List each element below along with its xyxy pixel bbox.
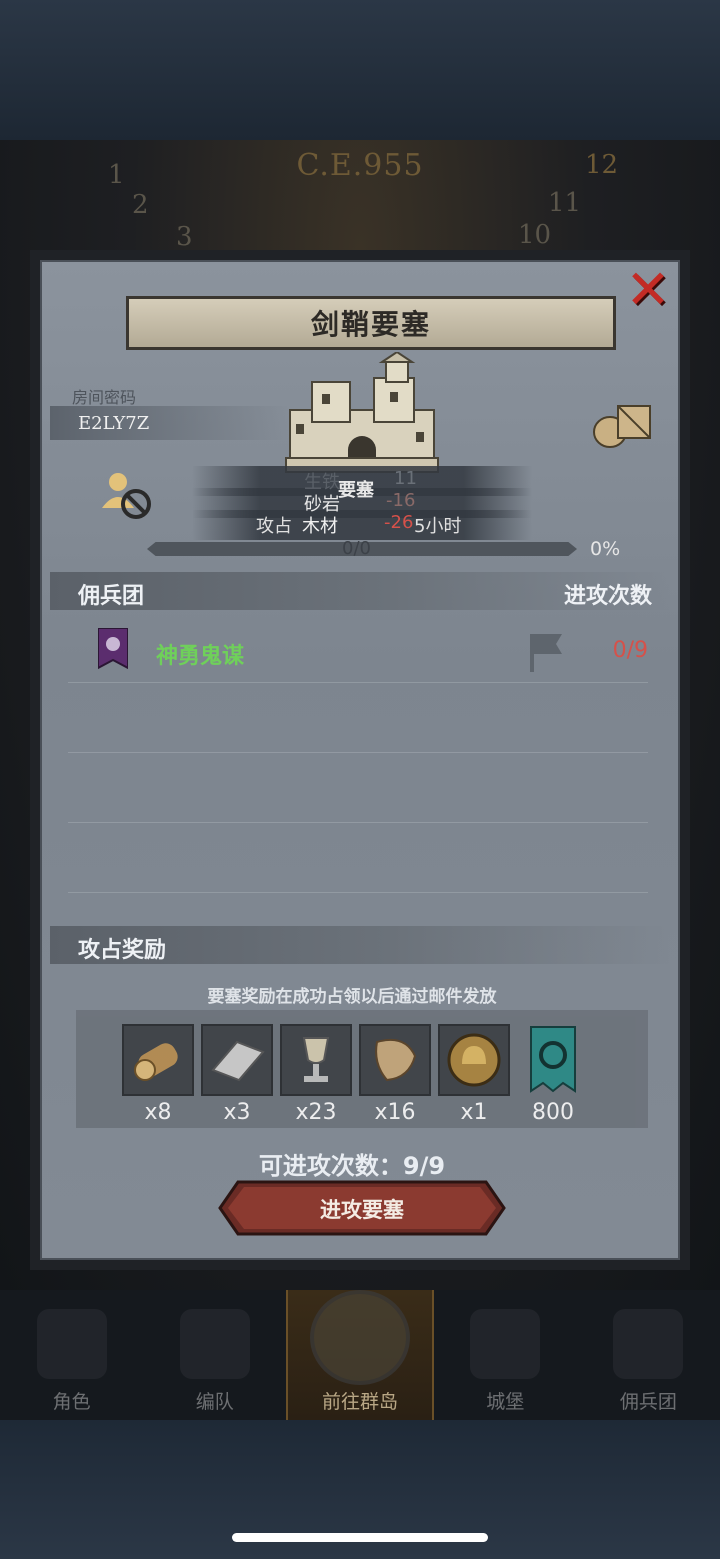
divider <box>68 752 648 753</box>
reward-header-label: 攻占奖励 <box>78 938 167 963</box>
dial-number: 10 <box>518 220 552 250</box>
info-value: -16 <box>386 490 416 511</box>
fortress-dialog: ✕ 剑鞘要塞 房间密码 E2LY7Z 生铁 11 要塞 砂岩 -16 攻占 木材… <box>30 250 690 1270</box>
nav-tab-character[interactable]: 角色 <box>0 1290 143 1420</box>
divider <box>68 822 648 823</box>
reward-qty: 800 <box>532 1100 574 1125</box>
mercenary-name: 神勇鬼谋 <box>156 644 245 669</box>
supplies-icon[interactable] <box>590 398 654 450</box>
mercenary-header-label: 佣兵团 <box>78 584 145 609</box>
iron-ingot-icon <box>201 1024 273 1096</box>
info-label: 5小时 <box>414 516 462 537</box>
reward-qty: x23 <box>295 1100 337 1125</box>
flag-icon <box>530 634 562 672</box>
guild-banner-icon <box>517 1024 589 1096</box>
dial-number: 3 <box>176 222 193 252</box>
home-indicator[interactable] <box>232 1533 488 1542</box>
goblet-icon <box>280 1024 352 1096</box>
castle-icon <box>470 1309 541 1379</box>
nav-label: 编队 <box>195 1391 234 1413</box>
info-value: 11 <box>394 468 417 489</box>
mercenary-emblem-icon <box>98 628 128 670</box>
dial-number: 1 <box>108 160 125 190</box>
reward-panel: x8 x3 x23 x16 x1 800 <box>76 1010 648 1128</box>
info-value: -26 <box>384 512 414 533</box>
helmet-icon <box>179 1309 250 1379</box>
reward-qty: x16 <box>374 1100 416 1125</box>
status-bar-area <box>0 0 720 140</box>
nav-label: 城堡 <box>486 1391 525 1413</box>
bottom-nav: 角色 编队 前往群岛 城堡 佣兵团 <box>0 1290 720 1420</box>
dial-number: 11 <box>548 188 582 218</box>
room-code-label: 房间密码 <box>72 388 137 407</box>
compass-map-icon <box>310 1290 410 1385</box>
mercenary-header: 佣兵团 进攻次数 <box>50 572 670 610</box>
room-code: E2LY7Z <box>78 412 150 434</box>
fortress-icon <box>285 352 439 473</box>
fur-pelt-icon <box>359 1024 431 1096</box>
reward-item[interactable]: 800 <box>517 1024 589 1125</box>
reward-qty: x3 <box>223 1100 251 1125</box>
dialog-panel: ✕ 剑鞘要塞 房间密码 E2LY7Z 生铁 11 要塞 砂岩 -16 攻占 木材… <box>40 260 680 1260</box>
title-banner: 剑鞘要塞 <box>126 296 616 350</box>
reward-qty: x1 <box>460 1100 488 1125</box>
nav-label: 角色 <box>52 1391 91 1413</box>
attack-button-label: 进攻要塞 <box>320 1198 404 1222</box>
reward-item[interactable]: x3 <box>201 1024 273 1125</box>
reward-qty: x8 <box>144 1100 172 1125</box>
knight-icon <box>36 1309 107 1379</box>
dialog-title: 剑鞘要塞 <box>310 308 431 341</box>
progress-percent: 0% <box>590 538 621 560</box>
nav-tab-islands[interactable]: 前往群岛 <box>286 1290 434 1420</box>
nav-tab-formation[interactable]: 编队 <box>143 1290 286 1420</box>
divider <box>68 682 648 683</box>
attempts-remaining: 可进攻次数：9/9 <box>258 1152 446 1180</box>
nav-label: 前往群岛 <box>322 1391 399 1413</box>
info-label: 要塞 <box>338 480 374 501</box>
log-icon <box>122 1024 194 1096</box>
reward-item[interactable]: x1 <box>438 1024 510 1125</box>
reward-item[interactable]: x23 <box>280 1024 352 1125</box>
reward-note: 要塞奖励在成功占领以后通过邮件发放 <box>207 987 497 1007</box>
close-button[interactable]: ✕ <box>620 262 676 318</box>
mercenary-row[interactable]: 神勇鬼谋 0/9 <box>68 618 648 678</box>
close-icon: ✕ <box>625 258 671 321</box>
attack-count-header: 进攻次数 <box>563 584 652 609</box>
reward-item[interactable]: x16 <box>359 1024 431 1125</box>
mercenary-icon <box>613 1309 684 1379</box>
dial-number: 2 <box>132 190 149 220</box>
room-code-box[interactable]: E2LY7Z <box>50 406 290 440</box>
nav-tab-castle[interactable]: 城堡 <box>434 1290 577 1420</box>
dial-number: 12 <box>585 150 619 180</box>
info-label: 攻占 <box>256 516 292 537</box>
divider <box>68 892 648 893</box>
mercenary-attack-count: 0/9 <box>612 638 648 663</box>
reward-header: 攻占奖励 <box>50 926 670 964</box>
info-label: 木材 <box>302 516 338 537</box>
attack-fortress-button[interactable]: 进攻要塞 <box>218 1180 506 1236</box>
progress-count: 0/0 <box>342 538 371 559</box>
nav-label: 佣兵团 <box>619 1391 677 1413</box>
fortress-info-overlay: 生铁 11 要塞 砂岩 -16 攻占 木材 -26 5小时 <box>42 466 682 546</box>
reward-item[interactable]: x8 <box>122 1024 194 1125</box>
helmet-medal-icon <box>438 1024 510 1096</box>
nav-tab-mercenary[interactable]: 佣兵团 <box>577 1290 720 1420</box>
